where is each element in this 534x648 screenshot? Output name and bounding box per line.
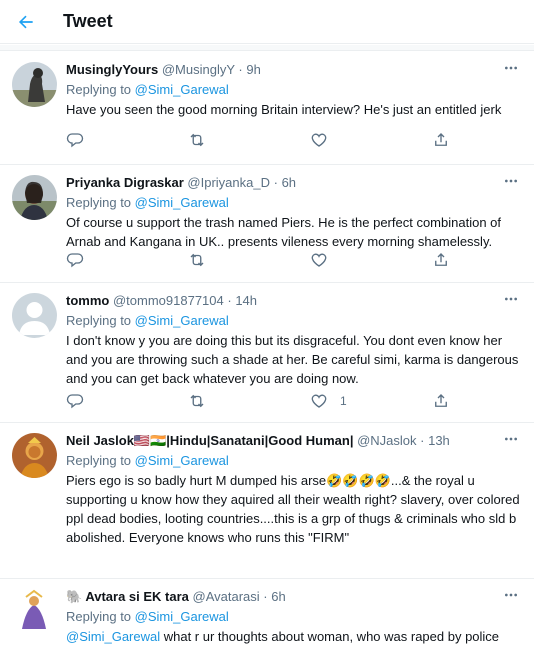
timestamp[interactable]: 6h: [271, 589, 285, 604]
replying-to: Replying to @Simi_Garewal: [66, 451, 522, 471]
tweet-text: Piers ego is so badly hurt M dumped his …: [66, 473, 520, 545]
user-handle[interactable]: @NJaslok: [357, 433, 416, 448]
reply-icon: [66, 133, 84, 148]
replying-label: Replying to: [66, 609, 132, 624]
mention-link[interactable]: @Simi_Garewal: [135, 195, 229, 210]
tweet-text: I don't know y you are doing this but it…: [66, 333, 519, 386]
more-button[interactable]: [498, 171, 524, 191]
share-button[interactable]: [432, 248, 450, 272]
user-handle[interactable]: @Avatarasi: [193, 589, 260, 604]
page-title: Tweet: [63, 11, 113, 31]
tweet-text: Of course u support the trash named Pier…: [66, 215, 501, 249]
timestamp[interactable]: 14h: [235, 293, 257, 308]
retweet-icon: [190, 133, 204, 147]
more-button[interactable]: [498, 58, 524, 78]
tweet-reply[interactable]: Neil Jaslok🇺🇸🇮🇳|Hindu|Sanatani|Good Huma…: [0, 423, 534, 579]
retweet-button[interactable]: [188, 389, 206, 413]
avatar[interactable]: [12, 175, 57, 220]
tweet-reply[interactable]: 🐘 Avtara si EK tara @Avatarasi · 6h Repl…: [0, 579, 534, 648]
share-icon: [435, 253, 447, 266]
more-icon: [505, 66, 517, 70]
divider: [0, 45, 534, 51]
tweet-text-body: what r ur thoughts about woman, who was …: [160, 629, 500, 644]
share-button[interactable]: [432, 389, 450, 413]
retweet-icon: [190, 253, 204, 267]
user-handle[interactable]: @tommo91877104: [113, 293, 224, 308]
share-icon: [435, 133, 447, 146]
avatar[interactable]: [12, 293, 57, 338]
action-bar: [66, 248, 466, 272]
like-button[interactable]: [310, 128, 340, 152]
display-name[interactable]: Priyanka Digraskar: [66, 175, 184, 190]
replying-label: Replying to: [66, 195, 132, 210]
more-button[interactable]: [498, 585, 524, 605]
more-button[interactable]: [498, 429, 524, 449]
mention-link[interactable]: @Simi_Garewal: [135, 453, 229, 468]
like-button[interactable]: [310, 248, 340, 272]
display-name[interactable]: tommo: [66, 293, 109, 308]
reply-button[interactable]: [66, 389, 84, 413]
tweet-reply[interactable]: MusinglyYours @MusinglyY · 9h Replying t…: [0, 52, 534, 165]
more-button[interactable]: [498, 289, 524, 309]
reply-button[interactable]: [66, 128, 84, 152]
display-name[interactable]: 🐘 Avtara si EK tara: [66, 589, 189, 604]
mention-link[interactable]: @Simi_Garewal: [66, 629, 160, 644]
retweet-button[interactable]: [188, 128, 206, 152]
replying-label: Replying to: [66, 313, 132, 328]
mention-link[interactable]: @Simi_Garewal: [135, 609, 229, 624]
avatar[interactable]: [12, 433, 57, 478]
replying-label: Replying to: [66, 82, 132, 97]
more-icon: [505, 179, 517, 183]
like-icon: [311, 253, 327, 267]
mention-link[interactable]: @Simi_Garewal: [135, 82, 229, 97]
replying-label: Replying to: [66, 453, 132, 468]
action-bar: 1: [66, 389, 466, 413]
share-button[interactable]: [432, 128, 450, 152]
retweet-button[interactable]: [188, 248, 206, 272]
like-count: 1: [340, 394, 347, 408]
user-handle[interactable]: @Ipriyanka_D: [187, 175, 270, 190]
like-icon: [311, 133, 327, 147]
more-icon: [505, 297, 517, 301]
user-handle[interactable]: @MusinglyY: [162, 62, 235, 77]
timestamp[interactable]: 9h: [246, 62, 260, 77]
reply-icon: [66, 394, 84, 409]
share-icon: [435, 394, 447, 407]
mention-link[interactable]: @Simi_Garewal: [135, 313, 229, 328]
tweet-reply[interactable]: tommo @tommo91877104 · 14h Replying to @…: [0, 283, 534, 423]
reply-icon: [66, 253, 84, 268]
replying-to: Replying to @Simi_Garewal: [66, 311, 522, 331]
display-name[interactable]: MusinglyYours: [66, 62, 158, 77]
replying-to: Replying to @Simi_Garewal: [66, 607, 522, 627]
like-icon: [311, 394, 327, 408]
top-bar: Tweet: [0, 0, 534, 44]
display-name[interactable]: Neil Jaslok🇺🇸🇮🇳|Hindu|Sanatani|Good Huma…: [66, 433, 353, 448]
more-icon: [505, 437, 517, 441]
like-button[interactable]: 1: [310, 389, 347, 413]
tweet-text: @Simi_Garewal what r ur thoughts about w…: [66, 627, 522, 646]
reply-button[interactable]: [66, 248, 84, 272]
avatar[interactable]: [12, 62, 57, 107]
action-bar: [66, 128, 466, 152]
replying-to: Replying to @Simi_Garewal: [66, 80, 522, 100]
replying-to: Replying to @Simi_Garewal: [66, 193, 522, 213]
back-arrow-icon: [18, 15, 33, 29]
tweet-text: Have you seen the good morning Britain i…: [66, 102, 502, 117]
timestamp[interactable]: 13h: [428, 433, 450, 448]
more-icon: [505, 593, 517, 597]
tweet-reply[interactable]: Priyanka Digraskar @Ipriyanka_D · 6h Rep…: [0, 165, 534, 283]
retweet-icon: [190, 394, 204, 408]
avatar[interactable]: [12, 589, 57, 634]
timestamp[interactable]: 6h: [282, 175, 296, 190]
back-button[interactable]: [10, 6, 42, 38]
